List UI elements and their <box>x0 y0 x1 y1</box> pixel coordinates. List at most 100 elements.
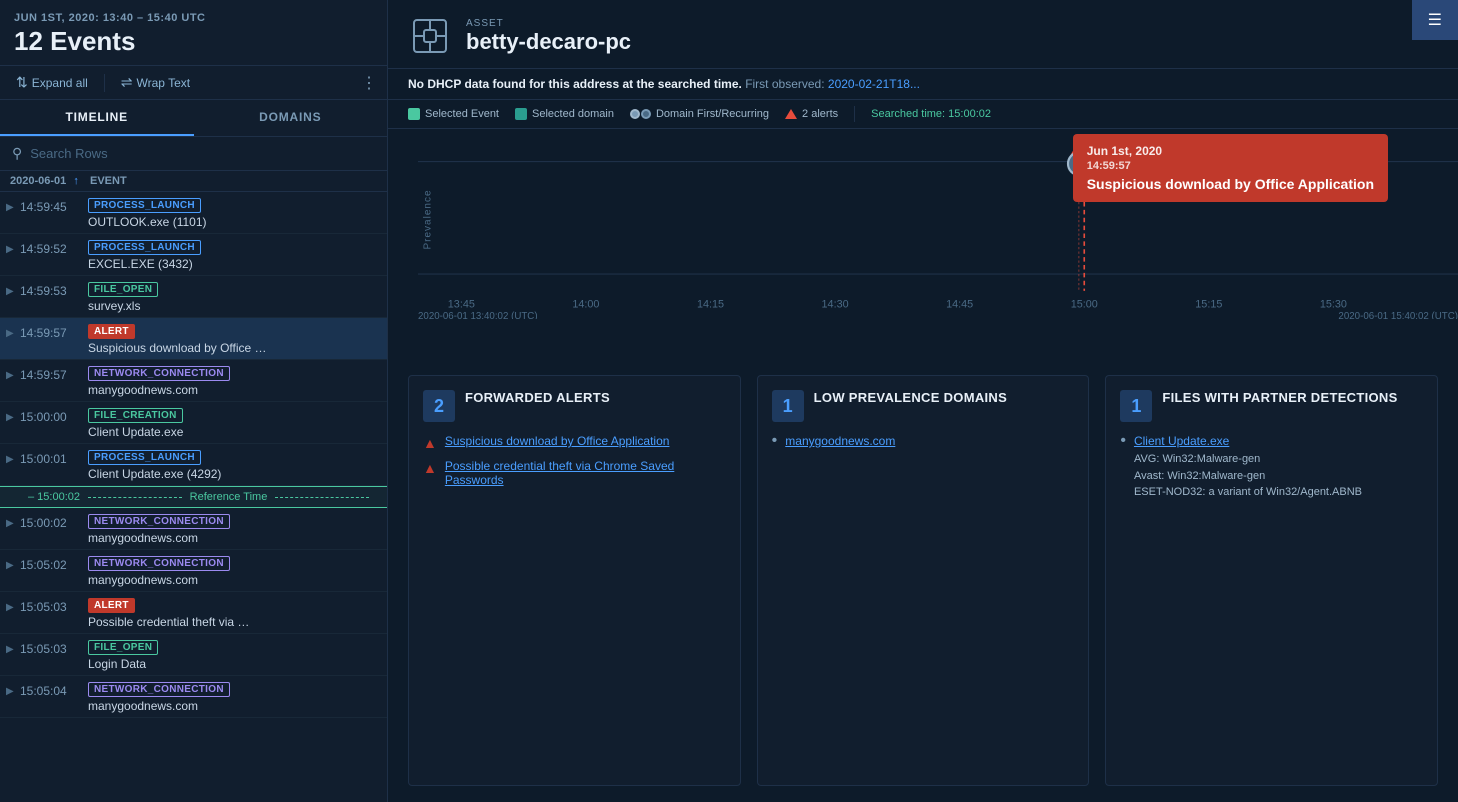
file-bullet-icon: • <box>1120 432 1126 450</box>
chevron-icon: ▶ <box>6 238 20 255</box>
event-description: manygoodnews.com <box>88 531 328 545</box>
event-badge: ALERT <box>88 324 135 339</box>
table-row[interactable]: ▶ 15:05:04 NETWORK_CONNECTION manygoodne… <box>0 676 387 718</box>
reference-time: – 15:00:02 <box>10 491 80 503</box>
legend-selected-event-label: Selected Event <box>425 108 499 120</box>
tab-timeline[interactable]: TIMELINE <box>0 100 194 136</box>
legend-selected-domain-dot <box>515 108 527 120</box>
search-input[interactable] <box>30 146 375 161</box>
list-item: • Client Update.exe AVG: Win32:Malware-g… <box>1120 434 1423 501</box>
dhcp-first-label: First observed: <box>745 77 824 91</box>
dhcp-bar: No DHCP data found for this address at t… <box>388 69 1458 100</box>
table-row[interactable]: ▶ 14:59:57 ALERT Suspicious download by … <box>0 318 387 360</box>
tabs: TIMELINE DOMAINS <box>0 100 387 137</box>
chevron-icon: ▶ <box>6 364 20 381</box>
event-time: 15:05:03 <box>20 596 88 614</box>
dhcp-date-link[interactable]: 2020-02-21T18... <box>828 77 920 91</box>
card-header-forwarded: 2 FORWARDED ALERTS <box>423 390 726 422</box>
table-row[interactable]: ▶ 15:05:03 FILE_OPEN Login Data <box>0 634 387 676</box>
tab-domains[interactable]: DOMAINS <box>194 100 388 136</box>
event-content: PROCESS_LAUNCH Client Update.exe (4292) <box>88 448 381 481</box>
alert-item-link[interactable]: Suspicious download by Office Applicatio… <box>445 434 670 448</box>
low-prevalence-count: 1 <box>772 390 804 422</box>
domain-bullet-icon: • <box>772 432 778 450</box>
svg-text:13:45: 13:45 <box>448 299 475 311</box>
event-badge: FILE_OPEN <box>88 282 158 297</box>
alert-item-link[interactable]: Possible credential theft via Chrome Sav… <box>445 459 726 487</box>
reference-label: Reference Time <box>190 491 268 503</box>
chevron-icon: ▶ <box>6 596 20 613</box>
svg-text:14:45: 14:45 <box>946 299 973 311</box>
event-badge: NETWORK_CONNECTION <box>88 514 230 529</box>
more-options-button[interactable]: ⋮ <box>361 73 377 93</box>
svg-text:14:00: 14:00 <box>572 299 599 311</box>
expand-icon: ⇅ <box>16 74 28 91</box>
svg-text:14:30: 14:30 <box>822 299 849 311</box>
timeline-list: ▶ 14:59:45 PROCESS_LAUNCH OUTLOOK.exe (1… <box>0 192 387 802</box>
forwarded-alerts-count: 2 <box>423 390 455 422</box>
event-count: 12 Events <box>14 26 373 57</box>
event-badge: FILE_OPEN <box>88 640 158 655</box>
svg-text:14:15: 14:15 <box>697 299 724 311</box>
chevron-icon: ▶ <box>6 638 20 655</box>
legend-domain-recurring-dot <box>641 109 651 119</box>
alert-bullet-icon: ▲ <box>423 460 437 476</box>
chevron-icon: ▶ <box>6 406 20 423</box>
domain-item-link[interactable]: manygoodnews.com <box>785 434 895 448</box>
alert-bullet-icon: ▲ <box>423 435 437 451</box>
event-column-header: EVENT <box>90 175 377 187</box>
legend-alert-triangle <box>785 109 797 119</box>
event-time: 14:59:45 <box>20 196 88 214</box>
date-range: JUN 1ST, 2020: 13:40 – 15:40 UTC <box>14 12 373 24</box>
chevron-icon: ▶ <box>6 448 20 465</box>
right-panel: ☰ ASSET betty-decaro-pc No DHCP data fou… <box>388 0 1458 802</box>
card-header-files: 1 FILES WITH PARTNER DETECTIONS <box>1120 390 1423 422</box>
table-row[interactable]: ▶ 14:59:57 NETWORK_CONNECTION manygoodne… <box>0 360 387 402</box>
event-badge: FILE_CREATION <box>88 408 183 423</box>
search-icon: ⚲ <box>12 145 22 162</box>
legend-alerts-label: 2 alerts <box>802 108 838 120</box>
legend-alerts: 2 alerts <box>785 108 838 120</box>
event-badge: PROCESS_LAUNCH <box>88 450 201 465</box>
reference-line-dash <box>88 497 182 498</box>
event-time: 15:00:01 <box>20 448 88 466</box>
detection-item: AVG: Win32:Malware-gen <box>1134 451 1362 468</box>
chevron-icon: ▶ <box>6 280 20 297</box>
files-partner-title: FILES WITH PARTNER DETECTIONS <box>1162 390 1397 407</box>
legend-bar: Selected Event Selected domain Domain Fi… <box>388 100 1458 129</box>
table-row[interactable]: ▶ 14:59:52 PROCESS_LAUNCH EXCEL.EXE (343… <box>0 234 387 276</box>
legend-selected-event: Selected Event <box>408 108 499 120</box>
left-header: JUN 1ST, 2020: 13:40 – 15:40 UTC 12 Even… <box>0 0 387 66</box>
event-description: manygoodnews.com <box>88 383 328 397</box>
event-badge: NETWORK_CONNECTION <box>88 366 230 381</box>
chevron-icon: ▶ <box>6 322 20 339</box>
list-item: • manygoodnews.com <box>772 434 1075 450</box>
left-panel: JUN 1ST, 2020: 13:40 – 15:40 UTC 12 Even… <box>0 0 388 802</box>
table-row[interactable]: ▶ 15:00:02 NETWORK_CONNECTION manygoodne… <box>0 508 387 550</box>
event-badge: PROCESS_LAUNCH <box>88 198 201 213</box>
table-row[interactable]: ▶ 15:05:02 NETWORK_CONNECTION manygoodne… <box>0 550 387 592</box>
reference-time-marker: – 15:00:02 Reference Time <box>0 486 387 508</box>
filter-button[interactable]: ☰ <box>1412 0 1458 40</box>
chart-tooltip: Jun 1st, 2020 14:59:57 Suspicious downlo… <box>1073 134 1388 202</box>
forwarded-alerts-card: 2 FORWARDED ALERTS ▲ Suspicious download… <box>408 375 741 786</box>
event-description: Possible credential theft via … <box>88 615 328 629</box>
list-item: ▲ Possible credential theft via Chrome S… <box>423 459 726 487</box>
table-row[interactable]: ▶ 14:59:53 FILE_OPEN survey.xls <box>0 276 387 318</box>
asset-info: ASSET betty-decaro-pc <box>466 18 1438 55</box>
table-row[interactable]: ▶ 14:59:45 PROCESS_LAUNCH OUTLOOK.exe (1… <box>0 192 387 234</box>
legend-selected-domain-label: Selected domain <box>532 108 614 120</box>
wrap-text-button[interactable]: ⇌ Wrap Text <box>115 72 196 93</box>
file-detections: AVG: Win32:Malware-gen Avast: Win32:Malw… <box>1134 451 1362 501</box>
toolbar: ⇅ Expand all ⇌ Wrap Text ⋮ <box>0 66 387 100</box>
list-item: ▲ Suspicious download by Office Applicat… <box>423 434 726 451</box>
event-content: PROCESS_LAUNCH EXCEL.EXE (3432) <box>88 238 381 271</box>
table-row[interactable]: ▶ 15:00:01 PROCESS_LAUNCH Client Update.… <box>0 444 387 486</box>
expand-all-button[interactable]: ⇅ Expand all <box>10 72 94 93</box>
file-name[interactable]: Client Update.exe <box>1134 434 1362 448</box>
table-row[interactable]: ▶ 15:00:00 FILE_CREATION Client Update.e… <box>0 402 387 444</box>
table-row[interactable]: ▶ 15:05:03 ALERT Possible credential the… <box>0 592 387 634</box>
chevron-icon: ▶ <box>6 196 20 213</box>
event-description: Suspicious download by Office … <box>88 341 328 355</box>
chevron-icon: ▶ <box>6 680 20 697</box>
